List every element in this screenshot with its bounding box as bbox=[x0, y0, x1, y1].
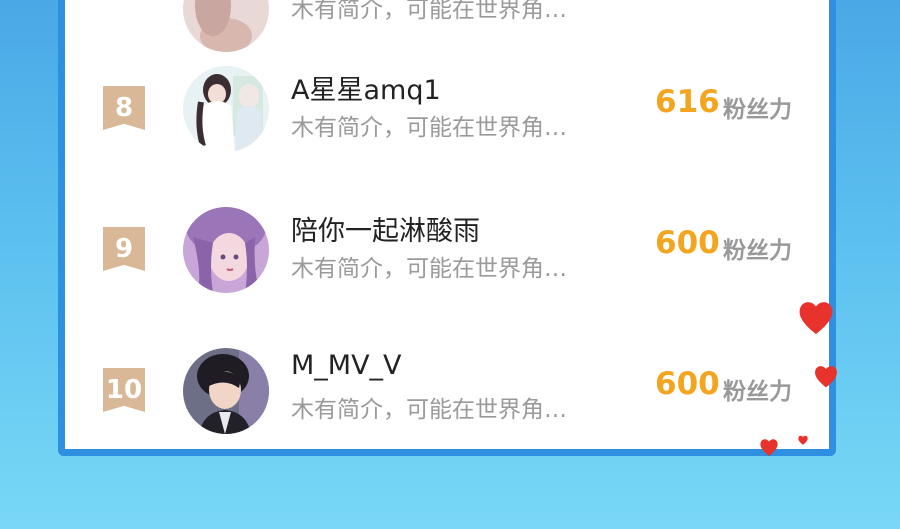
fan-power-score: 600 bbox=[655, 366, 720, 402]
avatar[interactable] bbox=[183, 207, 269, 293]
avatar[interactable] bbox=[183, 0, 269, 52]
list-item[interactable]: 9 陪你一起淋酸雨 木有简介，可能在世界角… 600 粉丝力 bbox=[65, 207, 829, 353]
avatar[interactable] bbox=[183, 348, 269, 434]
fan-power-score: 616 bbox=[655, 84, 720, 120]
heart-icon bbox=[798, 435, 808, 445]
fan-power-unit: 粉丝力 bbox=[723, 97, 792, 123]
fan-power-unit: 粉丝力 bbox=[723, 379, 792, 405]
user-intro: 木有简介，可能在世界角… bbox=[291, 115, 567, 141]
fan-power-unit: 粉丝力 bbox=[723, 238, 792, 264]
fan-ranking-card: 木有简介，可能在世界角… 8 A星星amq1 木有简介，可能在世界角… 616 … bbox=[58, 0, 836, 456]
rank-badge: 10 bbox=[103, 368, 145, 412]
user-name[interactable]: 陪你一起淋酸雨 bbox=[291, 209, 480, 248]
user-name[interactable]: A星星amq1 bbox=[291, 68, 441, 107]
heart-icon bbox=[799, 302, 833, 335]
rank-badge: 8 bbox=[103, 86, 145, 130]
user-intro: 木有简介，可能在世界角… bbox=[291, 0, 567, 23]
fan-power-score: 600 bbox=[655, 225, 720, 261]
list-item[interactable]: 10 M_MV_V 木有简介，可能在世界角… 600 粉丝力 bbox=[65, 348, 829, 449]
list-item[interactable]: 8 A星星amq1 木有简介，可能在世界角… 616 粉丝力 bbox=[65, 66, 829, 212]
user-name[interactable]: M_MV_V bbox=[291, 350, 402, 381]
user-intro: 木有简介，可能在世界角… bbox=[291, 256, 567, 282]
heart-icon bbox=[760, 439, 778, 456]
heart-icon bbox=[815, 366, 837, 388]
avatar[interactable] bbox=[183, 66, 269, 152]
list-item[interactable]: 木有简介，可能在世界角… bbox=[65, 0, 829, 52]
user-intro: 木有简介，可能在世界角… bbox=[291, 397, 567, 423]
rank-badge: 9 bbox=[103, 227, 145, 271]
